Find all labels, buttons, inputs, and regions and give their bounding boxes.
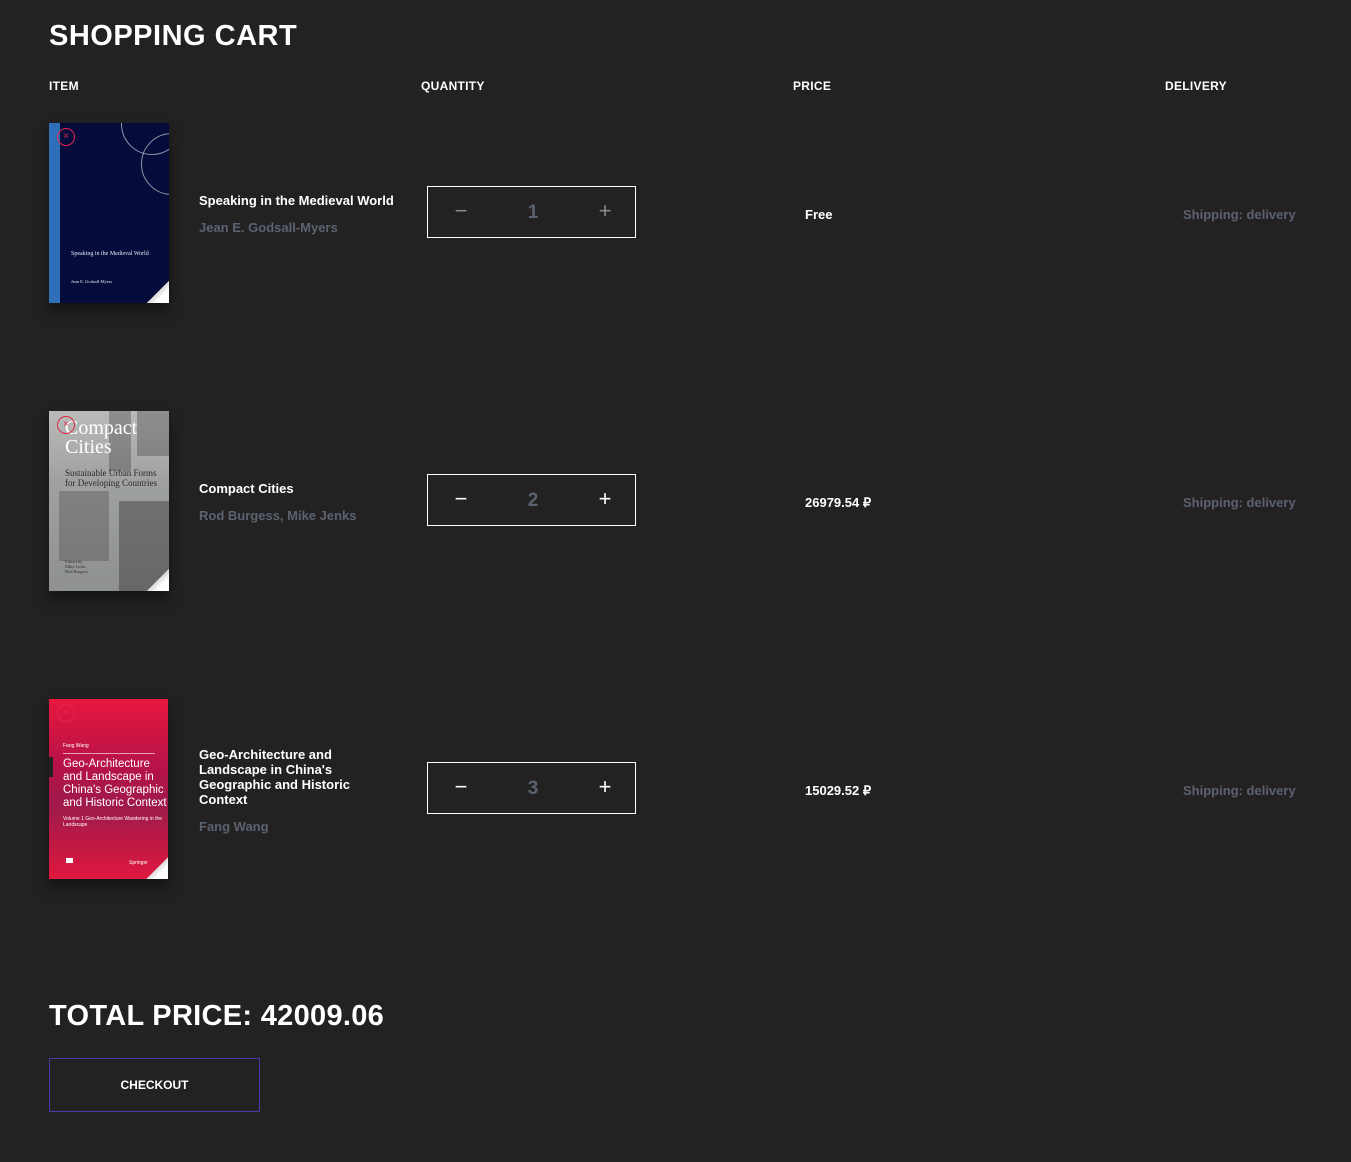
item-price: 15029.52 ₽ bbox=[805, 783, 872, 798]
cart-item: Compact Cities Sustainable Urban Forms for… bbox=[0, 411, 1351, 591]
quantity-value: 3 bbox=[527, 778, 539, 799]
book-cover: Speaking in the Medieval World Jean E. G… bbox=[49, 123, 169, 303]
column-header-delivery: DELIVERY bbox=[1165, 79, 1227, 93]
item-info: Compact Cities Rod Burgess, Mike Jenks bbox=[199, 481, 409, 523]
page-curl bbox=[147, 281, 169, 303]
item-author: Rod Burgess, Mike Jenks bbox=[199, 508, 357, 523]
remove-item-button[interactable]: × bbox=[57, 416, 75, 434]
remove-item-button[interactable]: × bbox=[57, 704, 75, 722]
quantity-stepper: − 2 + bbox=[427, 474, 636, 526]
item-author: Fang Wang bbox=[199, 819, 269, 834]
item-info: Speaking in the Medieval World Jean E. G… bbox=[199, 193, 409, 235]
item-info: Geo-Architecture and Landscape in China'… bbox=[199, 747, 359, 834]
quantity-stepper: − 3 + bbox=[427, 762, 636, 814]
cover-subtitle: Sustainable Urban Forms for Developing Co… bbox=[65, 468, 157, 488]
cover-photo-street bbox=[59, 491, 109, 561]
column-header-price: PRICE bbox=[793, 79, 832, 93]
increase-quantity-button[interactable]: + bbox=[580, 475, 630, 527]
checkout-button[interactable]: CHECKOUT bbox=[49, 1058, 260, 1112]
item-title[interactable]: Compact Cities bbox=[199, 481, 409, 496]
cover-title: Geo-Architecture and Landscape in China'… bbox=[63, 758, 167, 809]
decrease-quantity-button[interactable]: − bbox=[436, 475, 486, 527]
cart-item: Fang Wang Geo-Architecture and Landscape… bbox=[0, 699, 1351, 879]
cover-spine bbox=[49, 123, 60, 303]
quantity-stepper: − 1 + bbox=[427, 186, 636, 238]
book-cover: Fang Wang Geo-Architecture and Landscape… bbox=[49, 699, 168, 879]
cover-title: Speaking in the Medieval World bbox=[71, 251, 149, 257]
item-delivery: Shipping: delivery bbox=[1183, 207, 1296, 222]
cover-marker bbox=[49, 757, 53, 777]
increase-quantity-button[interactable]: + bbox=[580, 763, 630, 815]
cover-author: Fang Wang bbox=[63, 743, 89, 749]
item-price: 26979.54 ₽ bbox=[805, 495, 872, 510]
increase-quantity-button[interactable]: + bbox=[580, 187, 630, 239]
cover-photo-building bbox=[137, 411, 169, 456]
cover-subtitle: Volume 1 Geo-Architecture Wandering in t… bbox=[63, 816, 163, 828]
cover-editors: Edited by Mike Jenks Rod Burgess bbox=[65, 559, 89, 574]
page-curl bbox=[147, 569, 169, 591]
cover-author: Jean E. Godsall-Myers bbox=[71, 279, 113, 284]
page-curl bbox=[146, 857, 168, 879]
decrease-quantity-button[interactable]: − bbox=[436, 763, 486, 815]
total-price: TOTAL PRICE: 42009.06 bbox=[49, 1000, 385, 1032]
remove-item-button[interactable]: × bbox=[57, 128, 75, 146]
item-price: Free bbox=[805, 207, 833, 222]
item-author: Jean E. Godsall-Myers bbox=[199, 220, 338, 235]
cover-rule bbox=[63, 753, 155, 754]
item-delivery: Shipping: delivery bbox=[1183, 495, 1296, 510]
decrease-quantity-button[interactable]: − bbox=[436, 187, 486, 239]
book-cover: Compact Cities Sustainable Urban Forms for… bbox=[49, 411, 169, 591]
item-delivery: Shipping: delivery bbox=[1183, 783, 1296, 798]
item-title[interactable]: Speaking in the Medieval World bbox=[199, 193, 409, 208]
column-header-item: ITEM bbox=[49, 79, 79, 93]
cart-item: Speaking in the Medieval World Jean E. G… bbox=[0, 123, 1351, 303]
page-title: SHOPPING CART bbox=[49, 20, 298, 52]
quantity-value: 2 bbox=[527, 490, 539, 511]
item-title[interactable]: Geo-Architecture and Landscape in China'… bbox=[199, 747, 359, 807]
quantity-value: 1 bbox=[527, 202, 539, 223]
cover-logo bbox=[66, 858, 73, 863]
column-header-quantity: QUANTITY bbox=[421, 79, 485, 93]
cover-title: Compact Cities bbox=[65, 417, 138, 458]
